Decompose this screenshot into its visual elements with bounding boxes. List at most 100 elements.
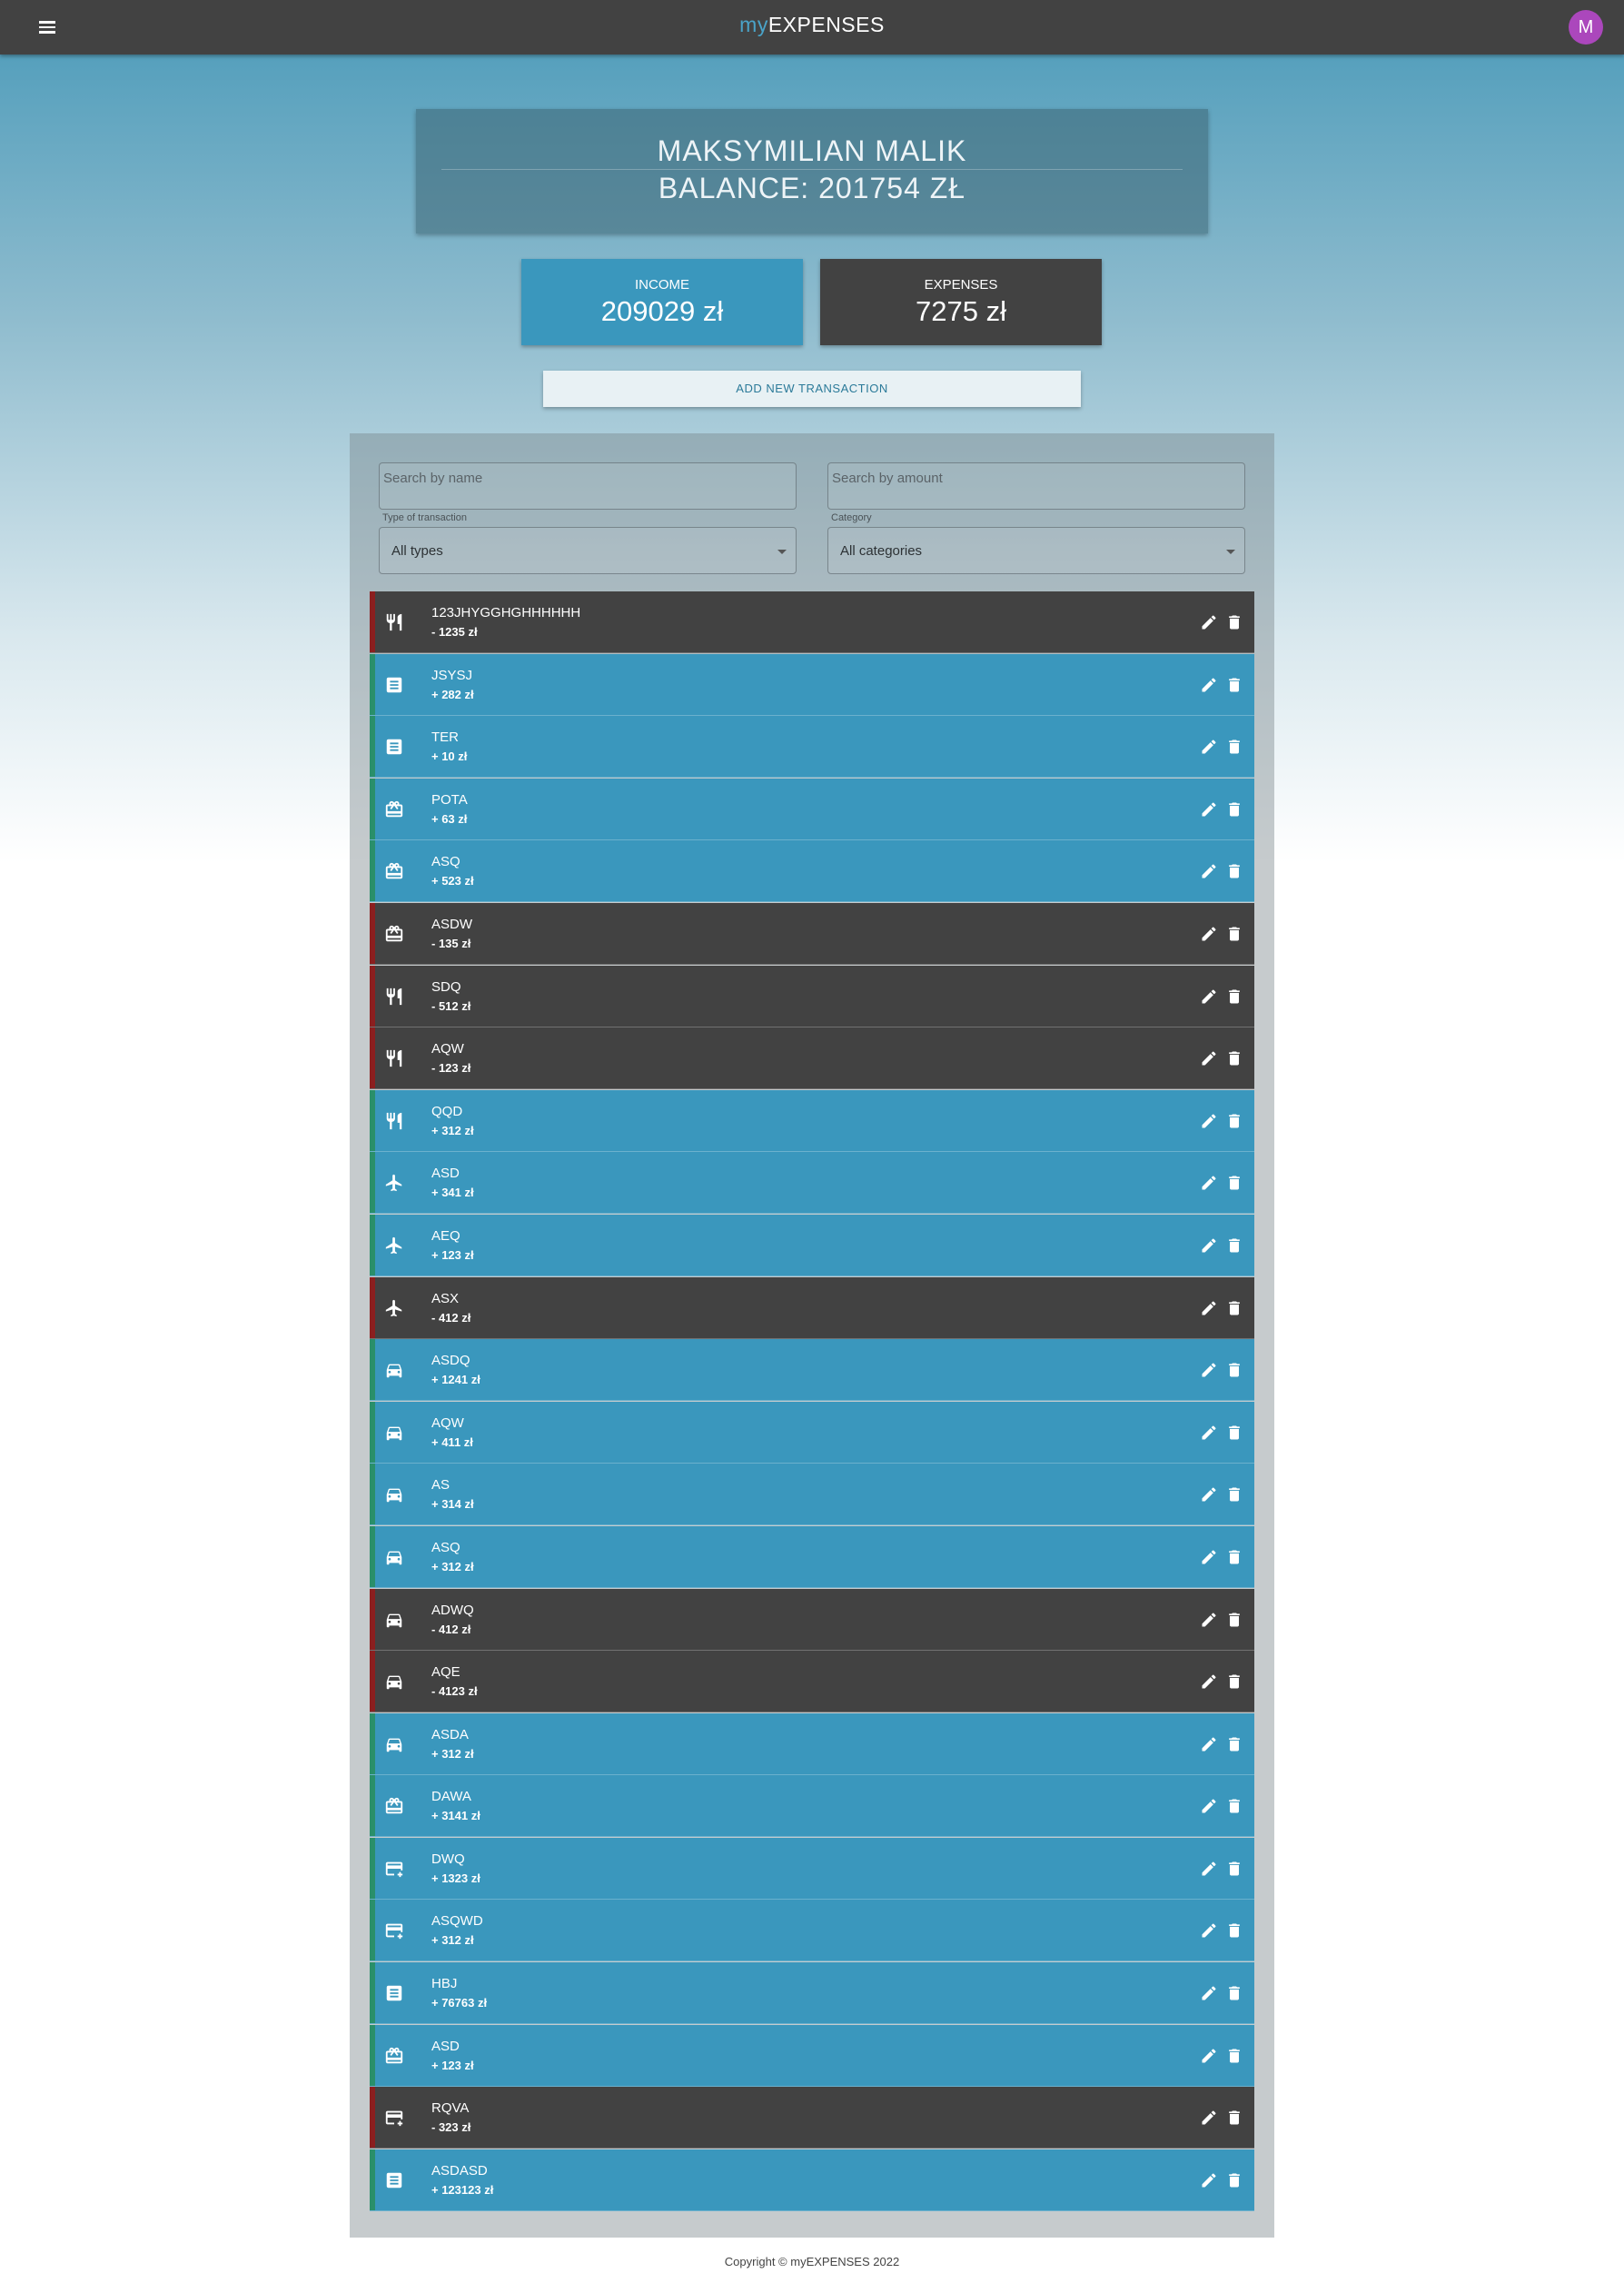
delete-icon[interactable] bbox=[1225, 1672, 1242, 1691]
edit-icon[interactable] bbox=[1200, 1672, 1218, 1691]
transaction-row[interactable]: RQVA - 323 zł bbox=[370, 2087, 1254, 2149]
dropdown-arrow-icon bbox=[1226, 550, 1235, 554]
transaction-row[interactable]: ASDQ + 1241 zł bbox=[370, 1339, 1254, 1402]
transaction-amount: + 523 zł bbox=[431, 874, 474, 888]
edit-icon[interactable] bbox=[1200, 1735, 1218, 1753]
transaction-row[interactable]: ASD + 341 zł bbox=[370, 1152, 1254, 1215]
edit-icon[interactable] bbox=[1200, 613, 1218, 631]
edit-icon[interactable] bbox=[1200, 2171, 1218, 2189]
transaction-row[interactable]: DAWA + 3141 zł bbox=[370, 1775, 1254, 1838]
delete-icon[interactable] bbox=[1225, 925, 1242, 943]
edit-icon[interactable] bbox=[1200, 1485, 1218, 1504]
transaction-list: 123JHYGGHGHHHHHH - 1235 zł JSYSJ + 282 zł TE… bbox=[370, 591, 1254, 2211]
edit-icon[interactable] bbox=[1200, 800, 1218, 819]
edit-icon[interactable] bbox=[1200, 1797, 1218, 1815]
transaction-row[interactable]: ASD + 123 zł bbox=[370, 2024, 1254, 2087]
delete-icon[interactable] bbox=[1225, 1984, 1242, 2002]
transaction-row[interactable]: JSYSJ + 282 zł bbox=[370, 653, 1254, 716]
delete-icon[interactable] bbox=[1225, 988, 1242, 1006]
search-amount-input[interactable]: Search by amount bbox=[827, 462, 1245, 510]
transaction-type-indicator bbox=[370, 1651, 375, 1712]
edit-icon[interactable] bbox=[1200, 1361, 1218, 1379]
transaction-row[interactable]: SDQ - 512 zł bbox=[370, 965, 1254, 1027]
transaction-type-indicator bbox=[370, 1276, 375, 1338]
add-transaction-button[interactable]: ADD NEW TRANSACTION bbox=[543, 371, 1081, 407]
transaction-row[interactable]: ASQ + 523 zł bbox=[370, 840, 1254, 903]
edit-icon[interactable] bbox=[1200, 738, 1218, 756]
transaction-name: TER bbox=[431, 730, 459, 746]
delete-icon[interactable] bbox=[1225, 862, 1242, 880]
edit-icon[interactable] bbox=[1200, 1424, 1218, 1442]
transaction-row[interactable]: ASDASD + 123123 zł bbox=[370, 2149, 1254, 2211]
delete-icon[interactable] bbox=[1225, 800, 1242, 819]
transaction-row[interactable]: ASQWD + 312 zł bbox=[370, 1900, 1254, 1962]
edit-icon[interactable] bbox=[1200, 1921, 1218, 1940]
transaction-row[interactable]: HBJ + 76763 zł bbox=[370, 1962, 1254, 2025]
delete-icon[interactable] bbox=[1225, 1174, 1242, 1192]
transaction-row[interactable]: ADWQ - 412 zł bbox=[370, 1588, 1254, 1651]
delete-icon[interactable] bbox=[1225, 1112, 1242, 1130]
transaction-row[interactable]: TER + 10 zł bbox=[370, 716, 1254, 779]
delete-icon[interactable] bbox=[1225, 1735, 1242, 1753]
edit-icon[interactable] bbox=[1200, 925, 1218, 943]
transaction-row[interactable]: QQD + 312 zł bbox=[370, 1089, 1254, 1152]
edit-icon[interactable] bbox=[1200, 1112, 1218, 1130]
edit-icon[interactable] bbox=[1200, 2109, 1218, 2127]
delete-icon[interactable] bbox=[1225, 1548, 1242, 1566]
transaction-row[interactable]: ASX - 412 zł bbox=[370, 1276, 1254, 1339]
edit-icon[interactable] bbox=[1200, 1611, 1218, 1629]
transaction-name: DWQ bbox=[431, 1851, 465, 1867]
delete-icon[interactable] bbox=[1225, 1921, 1242, 1940]
avatar[interactable]: M bbox=[1569, 10, 1603, 45]
transaction-row[interactable]: AQW + 411 zł bbox=[370, 1401, 1254, 1464]
edit-icon[interactable] bbox=[1200, 676, 1218, 694]
search-name-input[interactable]: Search by name bbox=[379, 462, 797, 510]
transaction-row[interactable]: AQE - 4123 zł bbox=[370, 1651, 1254, 1713]
income-label: INCOME bbox=[635, 277, 689, 293]
transaction-row[interactable]: ASDW - 135 zł bbox=[370, 902, 1254, 965]
edit-icon[interactable] bbox=[1200, 1299, 1218, 1317]
delete-icon[interactable] bbox=[1225, 1797, 1242, 1815]
transaction-row[interactable]: POTA + 63 zł bbox=[370, 778, 1254, 840]
transaction-name: AQW bbox=[431, 1414, 464, 1431]
edit-icon[interactable] bbox=[1200, 1984, 1218, 2002]
delete-icon[interactable] bbox=[1225, 613, 1242, 631]
transaction-type-indicator bbox=[370, 1401, 375, 1463]
delete-icon[interactable] bbox=[1225, 1611, 1242, 1629]
transaction-row[interactable]: AEQ + 123 zł bbox=[370, 1214, 1254, 1276]
restaurant-icon bbox=[384, 612, 404, 632]
edit-icon[interactable] bbox=[1200, 1236, 1218, 1255]
delete-icon[interactable] bbox=[1225, 676, 1242, 694]
delete-icon[interactable] bbox=[1225, 2109, 1242, 2127]
category-select[interactable]: All categories bbox=[827, 527, 1245, 574]
transaction-row[interactable]: AS + 314 zł bbox=[370, 1464, 1254, 1526]
delete-icon[interactable] bbox=[1225, 1049, 1242, 1067]
delete-icon[interactable] bbox=[1225, 738, 1242, 756]
transaction-row[interactable]: ASQ + 312 zł bbox=[370, 1525, 1254, 1588]
delete-icon[interactable] bbox=[1225, 2047, 1242, 2065]
delete-icon[interactable] bbox=[1225, 1361, 1242, 1379]
app-logo[interactable]: myEXPENSES bbox=[0, 13, 1624, 37]
transaction-row[interactable]: ASDA + 312 zł bbox=[370, 1712, 1254, 1775]
edit-icon[interactable] bbox=[1200, 988, 1218, 1006]
delete-icon[interactable] bbox=[1225, 1236, 1242, 1255]
delete-icon[interactable] bbox=[1225, 1424, 1242, 1442]
delete-icon[interactable] bbox=[1225, 1299, 1242, 1317]
airplane-icon bbox=[384, 1298, 404, 1318]
delete-icon[interactable] bbox=[1225, 1860, 1242, 1878]
type-select[interactable]: All types bbox=[379, 527, 797, 574]
edit-icon[interactable] bbox=[1200, 1860, 1218, 1878]
edit-icon[interactable] bbox=[1200, 1174, 1218, 1192]
transaction-row[interactable]: DWQ + 1323 zł bbox=[370, 1837, 1254, 1900]
transaction-type-indicator bbox=[370, 1962, 375, 2024]
car-icon bbox=[384, 1484, 404, 1504]
edit-icon[interactable] bbox=[1200, 1548, 1218, 1566]
edit-icon[interactable] bbox=[1200, 1049, 1218, 1067]
transaction-amount: + 312 zł bbox=[431, 1746, 474, 1761]
edit-icon[interactable] bbox=[1200, 2047, 1218, 2065]
delete-icon[interactable] bbox=[1225, 1485, 1242, 1504]
transaction-row[interactable]: AQW - 123 zł bbox=[370, 1027, 1254, 1090]
edit-icon[interactable] bbox=[1200, 862, 1218, 880]
transaction-row[interactable]: 123JHYGGHGHHHHHH - 1235 zł bbox=[370, 591, 1254, 653]
delete-icon[interactable] bbox=[1225, 2171, 1242, 2189]
